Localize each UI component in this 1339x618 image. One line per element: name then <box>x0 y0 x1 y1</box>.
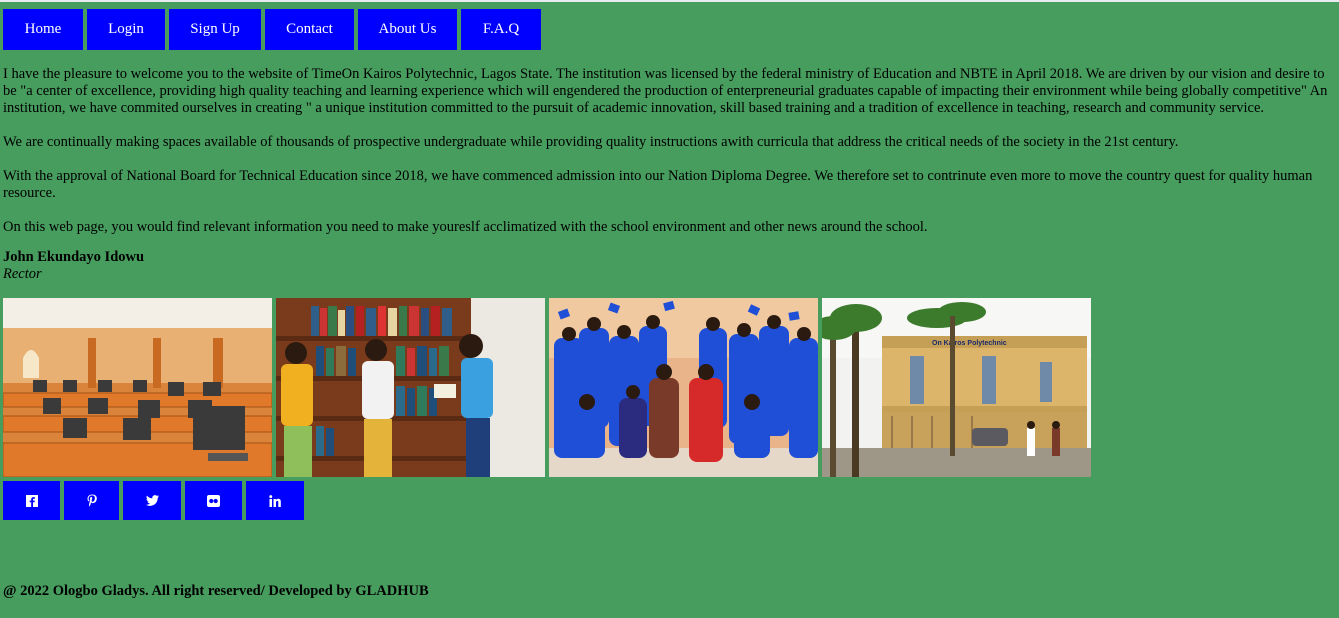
signature-name: John Ekundayo Idowu <box>3 249 145 265</box>
welcome-paragraph-3: With the approval of National Board for … <box>3 168 1313 201</box>
welcome-content: I have the pleasure to welcome you to th… <box>3 66 1333 283</box>
facebook-button[interactable] <box>3 481 60 520</box>
pinterest-button[interactable] <box>64 481 119 520</box>
photo-gallery: On Kairos Polytechnic <box>3 298 1091 477</box>
nav-sign-up[interactable]: Sign Up <box>169 9 261 50</box>
signature-role: Rector <box>3 266 42 282</box>
twitter-button[interactable] <box>123 481 181 520</box>
social-links <box>3 481 304 520</box>
nav-about-us[interactable]: About Us <box>358 9 457 50</box>
library-photo <box>276 298 545 477</box>
facebook-icon <box>25 494 38 507</box>
nav-contact[interactable]: Contact <box>265 9 354 50</box>
pinterest-icon <box>87 494 97 507</box>
footer-copyright: @ 2022 Ologbo Gladys. All right reserved… <box>3 583 429 599</box>
main-nav: Home Login Sign Up Contact About Us F.A.… <box>3 9 541 50</box>
nav-home[interactable]: Home <box>3 9 83 50</box>
computer-lab-photo <box>3 298 272 477</box>
flickr-button[interactable] <box>185 481 242 520</box>
graduation-photo <box>549 298 818 477</box>
twitter-icon <box>145 495 159 506</box>
building-sign-text: On Kairos Polytechnic <box>932 340 1007 347</box>
flickr-icon <box>207 494 220 507</box>
linkedin-icon <box>269 494 281 507</box>
campus-building-photo: On Kairos Polytechnic <box>822 298 1091 477</box>
top-border <box>0 0 1339 2</box>
welcome-paragraph-1: I have the pleasure to welcome you to th… <box>3 66 1328 116</box>
nav-login[interactable]: Login <box>87 9 165 50</box>
linkedin-button[interactable] <box>246 481 304 520</box>
welcome-paragraph-2: We are continually making spaces availab… <box>3 134 1179 150</box>
nav-faq[interactable]: F.A.Q <box>461 9 541 50</box>
welcome-paragraph-4: On this web page, you would find relevan… <box>3 219 928 235</box>
